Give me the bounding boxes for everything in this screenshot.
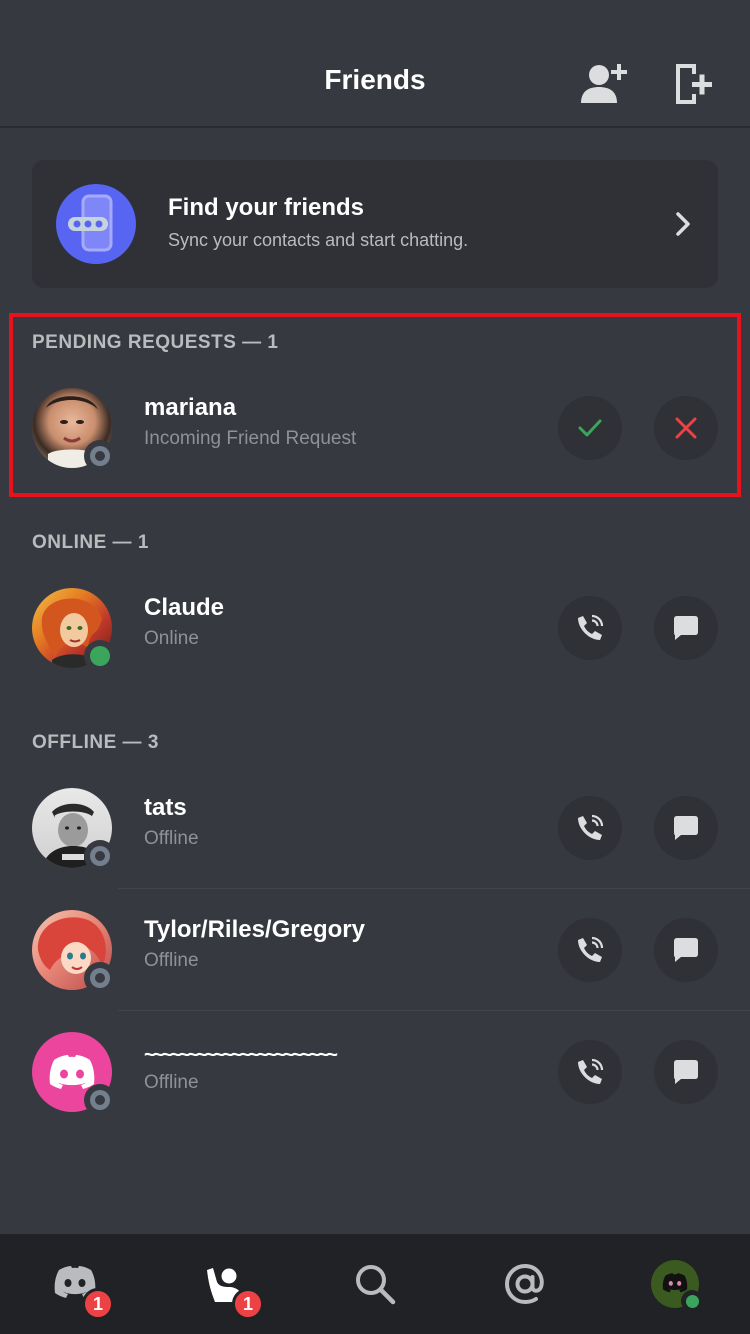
page-title: Friends <box>324 64 426 95</box>
status-indicator-offline <box>84 1084 116 1116</box>
decline-request-button[interactable] <box>654 396 718 460</box>
friend-name: mariana <box>144 394 237 421</box>
find-friends-subtitle: Sync your contacts and start chatting. <box>168 230 469 250</box>
add-friend-icon <box>581 64 627 103</box>
tab-search[interactable] <box>300 1234 450 1334</box>
status-indicator-online <box>84 640 116 672</box>
notification-badge: 1 <box>82 1288 114 1320</box>
add-friend-button[interactable] <box>576 56 632 112</box>
friend-status-text: Offline <box>144 1072 199 1093</box>
tab-profile[interactable] <box>600 1234 750 1334</box>
chat-bubble-icon <box>674 816 698 840</box>
section-title-pending: PENDING REQUESTS — 1 <box>32 332 279 353</box>
accept-request-button[interactable] <box>558 396 622 460</box>
find-friends-card[interactable]: Find your friends Sync your contacts and… <box>32 160 718 288</box>
call-button[interactable] <box>558 1040 622 1104</box>
friend-status-text: Offline <box>144 828 199 849</box>
friend-row[interactable]: ~~~~~~~~~~~~~~~~~~~~~~ Offline <box>0 1024 750 1120</box>
friend-status-text: Offline <box>144 950 199 971</box>
message-button[interactable] <box>654 918 718 982</box>
close-icon <box>675 417 697 439</box>
friend-row[interactable]: tats Offline <box>0 780 750 876</box>
friend-row[interactable]: Claude Online <box>0 580 750 676</box>
friend-name: Claude <box>144 594 225 621</box>
friend-status-text: Online <box>144 628 199 649</box>
tab-home[interactable]: 1 <box>0 1234 150 1334</box>
checkmark-icon <box>578 419 602 437</box>
find-friends-title: Find your friends <box>168 194 365 221</box>
friend-name: ~~~~~~~~~~~~~~~~~~~~~~ <box>144 1044 338 1066</box>
tab-friends[interactable]: 1 <box>150 1234 300 1334</box>
new-group-dm-button[interactable] <box>664 56 720 112</box>
friend-row[interactable]: Tylor/Riles/Gregory Offline <box>0 902 750 998</box>
row-divider <box>118 888 750 889</box>
friend-name: Tylor/Riles/Gregory <box>144 916 365 943</box>
chat-bubble-icon <box>674 616 698 640</box>
phone-call-icon <box>578 814 604 840</box>
bottom-tab-bar: 1 1 <box>0 1234 750 1334</box>
call-button[interactable] <box>558 796 622 860</box>
notification-badge: 1 <box>232 1288 264 1320</box>
top-bar: Friends <box>0 0 750 128</box>
user-avatar <box>651 1260 703 1312</box>
row-divider <box>118 1010 750 1011</box>
tab-mentions[interactable] <box>450 1234 600 1334</box>
status-indicator-offline <box>84 440 116 472</box>
status-indicator-offline <box>84 962 116 994</box>
friend-status-text: Incoming Friend Request <box>144 428 357 449</box>
message-button[interactable] <box>654 596 718 660</box>
chevron-right-icon <box>676 212 690 236</box>
call-button[interactable] <box>558 918 622 982</box>
status-indicator-online <box>681 1290 703 1312</box>
search-icon <box>356 1265 396 1305</box>
call-button[interactable] <box>558 596 622 660</box>
phone-contacts-icon <box>56 184 136 264</box>
friend-request-row[interactable]: mariana Incoming Friend Request <box>0 380 750 476</box>
phone-call-icon <box>578 614 604 640</box>
friend-name: tats <box>144 794 187 821</box>
message-button[interactable] <box>654 796 718 860</box>
status-indicator-offline <box>84 840 116 872</box>
chat-bubble-icon <box>674 938 698 962</box>
phone-call-icon <box>578 936 604 962</box>
chat-bubble-icon <box>674 1060 698 1084</box>
phone-call-icon <box>578 1058 604 1084</box>
new-group-dm-icon <box>676 64 712 104</box>
section-title-online: ONLINE — 1 <box>32 532 149 553</box>
at-mention-icon <box>504 1263 544 1305</box>
message-button[interactable] <box>654 1040 718 1104</box>
section-title-offline: OFFLINE — 3 <box>32 732 159 753</box>
